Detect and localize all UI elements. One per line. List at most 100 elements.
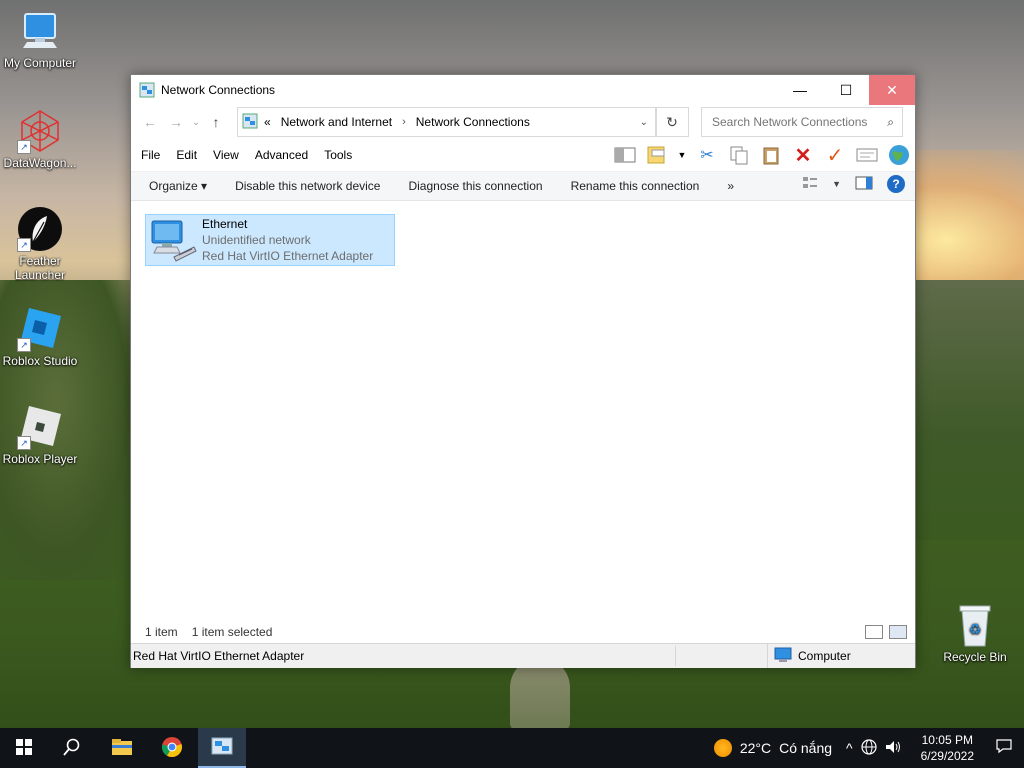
help-icon[interactable]: ? <box>887 175 905 193</box>
rename-connection-button[interactable]: Rename this connection <box>557 179 714 193</box>
address-row: ← → ⌄ ↑ « Network and Internet › Network… <box>131 105 915 139</box>
desktop-icon-my-computer[interactable]: My Computer <box>0 8 80 70</box>
connection-item-ethernet[interactable]: Ethernet Unidentified network Red Hat Vi… <box>145 214 395 266</box>
menu-bar: File Edit View Advanced Tools ▼ ✂ ✕ ✓ <box>131 139 915 171</box>
refresh-button[interactable]: ↻ <box>655 107 689 137</box>
start-button[interactable] <box>0 728 48 768</box>
breadcrumb-network-connections[interactable]: Network Connections <box>416 115 530 129</box>
delete-icon[interactable]: ✕ <box>791 144 815 167</box>
search-box[interactable]: ⌕ <box>701 107 903 137</box>
desktop-icon-label: DataWagon... <box>3 156 77 170</box>
more-commands-button[interactable]: » <box>713 179 748 193</box>
taskbar: 22°C Có nắng ^ 10:05 PM 6/29/2022 <box>0 728 1024 768</box>
selection-count: 1 item selected <box>191 625 273 639</box>
status-bar: 1 item 1 item selected <box>131 621 915 643</box>
weather-widget[interactable]: 22°C Có nắng <box>713 739 833 757</box>
search-icon: ⌕ <box>887 114 894 129</box>
menu-tools[interactable]: Tools <box>318 148 358 162</box>
command-bar: Organize ▾ Disable this network device D… <box>131 171 915 201</box>
chrome-icon <box>161 736 183 761</box>
ethernet-adapter-icon <box>150 217 198 263</box>
computer-icon <box>774 647 792 666</box>
up-button[interactable]: ↑ <box>203 114 229 130</box>
breadcrumb-overflow[interactable]: « <box>264 115 271 129</box>
roblox-player-icon: ↗ <box>17 404 63 450</box>
details-view-icon[interactable] <box>865 625 883 639</box>
control-panel-icon <box>242 113 258 132</box>
desktop-icon-feather-launcher[interactable]: ↗ Feather Launcher <box>0 206 80 282</box>
chevron-down-icon[interactable]: ▼ <box>677 144 687 166</box>
item-count: 1 item <box>145 625 178 639</box>
change-view-icon[interactable] <box>802 176 818 193</box>
network-connections-taskbar-button[interactable] <box>198 728 246 768</box>
desktop-icon-label: Recycle Bin <box>943 650 1007 664</box>
breadcrumb-network-and-internet[interactable]: Network and Internet <box>281 115 392 129</box>
clock-time: 10:05 PM <box>921 733 973 747</box>
chevron-right-icon[interactable]: › <box>402 116 406 128</box>
weather-temperature: 22°C <box>739 740 772 756</box>
search-taskbar-button[interactable] <box>48 728 96 768</box>
notification-icon <box>996 738 1012 758</box>
copy-icon[interactable] <box>727 144 751 166</box>
connections-list: Ethernet Unidentified network Red Hat Vi… <box>131 199 915 619</box>
desktop-icon-recycle-bin[interactable]: ♻ Recycle Bin <box>935 602 1015 664</box>
file-explorer-taskbar-button[interactable] <box>98 728 146 768</box>
clock[interactable]: 10:05 PM 6/29/2022 <box>921 732 974 764</box>
svg-text:♻: ♻ <box>969 622 982 638</box>
preview-pane-icon[interactable] <box>613 144 637 166</box>
cut-icon[interactable]: ✂ <box>695 144 719 166</box>
refresh-icon: ↻ <box>666 113 678 130</box>
chrome-taskbar-button[interactable] <box>148 728 196 768</box>
address-bar[interactable]: « Network and Internet › Network Connect… <box>237 107 657 137</box>
menu-view[interactable]: View <box>207 148 245 162</box>
globe-icon[interactable] <box>887 144 911 166</box>
paste-icon[interactable] <box>759 144 783 166</box>
clock-date: 6/29/2022 <box>920 749 974 763</box>
menu-edit[interactable]: Edit <box>170 148 203 162</box>
close-button[interactable]: ✕ <box>869 75 915 105</box>
datawagon-icon: ↗ <box>17 108 63 154</box>
monitor-icon <box>17 8 63 54</box>
feather-icon: ↗ <box>17 206 63 252</box>
desktop-icon-roblox-player[interactable]: ↗ Roblox Player <box>0 404 80 466</box>
divider <box>675 646 676 666</box>
details-bar: Red Hat VirtIO Ethernet Adapter Computer <box>131 643 915 668</box>
volume-icon[interactable] <box>885 739 903 758</box>
chevron-down-icon[interactable]: ▼ <box>832 179 841 189</box>
show-hidden-icons-chevron[interactable]: ^ <box>846 740 853 756</box>
connection-status: Unidentified network <box>202 233 311 247</box>
notification-center-button[interactable] <box>984 738 1024 758</box>
recent-locations-button[interactable]: ⌄ <box>189 117 203 128</box>
title-bar[interactable]: Network Connections — ☐ ✕ <box>131 75 915 105</box>
wallpaper-hill <box>904 280 1024 540</box>
desktop-icon-label: Feather Launcher <box>14 254 66 282</box>
wallpaper-river <box>510 660 570 730</box>
connection-name: Ethernet <box>202 217 248 231</box>
large-icons-view-icon[interactable] <box>889 625 907 639</box>
window-title: Network Connections <box>161 83 276 97</box>
menu-file[interactable]: File <box>135 148 166 162</box>
folder-options-icon[interactable] <box>645 144 669 166</box>
organize-button[interactable]: Organize ▾ <box>131 179 221 193</box>
chevron-down-icon[interactable]: ⌄ <box>640 117 648 128</box>
sun-icon <box>713 739 732 757</box>
weather-condition: Có nắng <box>779 740 833 756</box>
desktop-icon-label: Roblox Player <box>2 452 78 466</box>
folder-icon <box>111 738 133 759</box>
desktop-icon-datawagon[interactable]: ↗ DataWagon... <box>0 108 80 170</box>
desktop-icon-label: My Computer <box>3 56 77 70</box>
desktop-icon-roblox-studio[interactable]: ↗ Roblox Studio <box>0 306 80 368</box>
checkmark-icon[interactable]: ✓ <box>823 144 847 167</box>
network-globe-icon[interactable] <box>861 738 877 758</box>
preview-pane-toggle-icon[interactable] <box>855 176 873 193</box>
disable-network-device-button[interactable]: Disable this network device <box>221 179 394 193</box>
maximize-button[interactable]: ☐ <box>823 75 869 105</box>
back-button[interactable]: ← <box>137 114 163 130</box>
diagnose-connection-button[interactable]: Diagnose this connection <box>394 179 556 193</box>
search-input[interactable] <box>710 114 882 130</box>
properties-icon[interactable] <box>855 144 879 166</box>
menu-advanced[interactable]: Advanced <box>249 148 314 162</box>
forward-button[interactable]: → <box>163 114 189 130</box>
connection-adapter: Red Hat VirtIO Ethernet Adapter <box>202 249 374 263</box>
minimize-button[interactable]: — <box>777 75 823 105</box>
